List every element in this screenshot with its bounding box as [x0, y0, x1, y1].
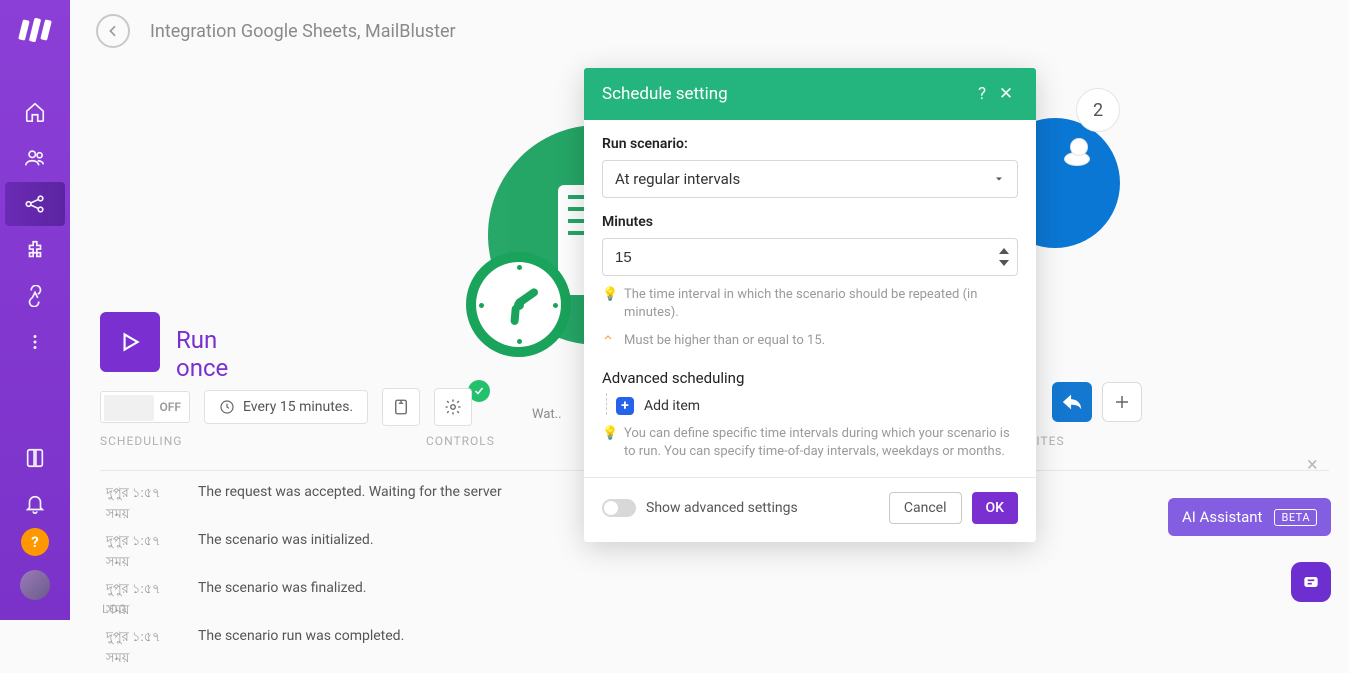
- beta-badge: BETA: [1274, 509, 1317, 526]
- minutes-input[interactable]: [615, 249, 997, 266]
- help-button[interactable]: ?: [21, 528, 49, 556]
- log-time: দুপুর ১:৫৭ সময়: [106, 484, 186, 526]
- log-message: The scenario was finalized.: [198, 580, 367, 622]
- run-once-label: Run once: [176, 326, 228, 382]
- user-avatar[interactable]: [20, 570, 50, 600]
- advanced-hint: You can define specific time intervals d…: [624, 425, 1018, 461]
- settings-button[interactable]: [434, 388, 472, 426]
- plus-icon: +: [616, 397, 634, 415]
- show-advanced-toggle[interactable]: [602, 499, 636, 517]
- ai-assistant-label: AI Assistant: [1182, 508, 1263, 526]
- log-section-label: LOG: [102, 602, 128, 616]
- show-advanced-label: Show advanced settings: [646, 500, 879, 516]
- log-row: দুপুর ১:৫৭ সময়The scenario was finalize…: [100, 577, 1329, 625]
- modal-header: Schedule setting ? ✕: [584, 68, 1036, 120]
- log-close-button[interactable]: ×: [1307, 454, 1327, 474]
- advanced-scheduling-title: Advanced scheduling: [602, 369, 1018, 387]
- sidebar-scenarios[interactable]: [5, 182, 65, 226]
- sidebar-apps[interactable]: [5, 228, 65, 272]
- history-button[interactable]: [382, 388, 420, 426]
- bulb-icon: 💡: [602, 286, 616, 322]
- add-module-button[interactable]: [1102, 382, 1142, 422]
- warn-icon: [602, 332, 616, 350]
- sidebar-users[interactable]: [5, 136, 65, 180]
- run-scenario-select[interactable]: At regular intervals: [602, 160, 1018, 198]
- clock-icon: [219, 399, 235, 415]
- sidebar: ?: [0, 0, 70, 620]
- schedule-trigger-icon[interactable]: [466, 252, 571, 357]
- log-row: দুপুর ১:৫৭ সময় The scenario run was comp…: [100, 625, 1329, 673]
- sidebar-docs[interactable]: [5, 436, 65, 480]
- chevron-down-icon: [993, 173, 1005, 185]
- min-value-hint: Must be higher than or equal to 15.: [624, 332, 825, 350]
- stepper-down-icon[interactable]: [997, 258, 1011, 268]
- modal-help-icon[interactable]: ?: [970, 84, 994, 104]
- log-message: The request was accepted. Waiting for th…: [198, 484, 502, 526]
- controls-section-label: CONTROLS: [426, 434, 495, 448]
- bulb-icon: 💡: [602, 425, 616, 461]
- help-fab[interactable]: [1291, 562, 1331, 602]
- log-message: The scenario run was completed.: [198, 628, 404, 670]
- module-mailbluster-badge[interactable]: 2: [1076, 88, 1120, 132]
- ai-assistant-button[interactable]: AI Assistant BETA: [1168, 498, 1331, 536]
- sidebar-webhooks[interactable]: [5, 274, 65, 318]
- minutes-stepper[interactable]: [997, 247, 1011, 268]
- schedule-setting-modal: Schedule setting ? ✕ Run scenario: At re…: [584, 68, 1036, 542]
- thought-bubble: [1070, 138, 1088, 156]
- log-time: দুপুর ১:৫৭ সময়: [106, 628, 186, 670]
- sidebar-notifications[interactable]: [5, 482, 65, 526]
- scheduling-toggle[interactable]: OFF: [100, 391, 190, 423]
- tree-line: [606, 393, 607, 415]
- stepper-up-icon[interactable]: [997, 247, 1011, 257]
- schedule-label: Every 15 minutes.: [243, 399, 353, 415]
- add-item-button[interactable]: + Add item: [616, 397, 1018, 415]
- add-item-label: Add item: [644, 398, 700, 414]
- main-area: Integration Google Sheets, MailBluster W…: [70, 0, 1349, 620]
- run-once-button[interactable]: [100, 312, 160, 372]
- sidebar-home[interactable]: [5, 90, 65, 134]
- cancel-button[interactable]: Cancel: [889, 492, 962, 524]
- minutes-label: Minutes: [602, 214, 1018, 230]
- switch-off-label: OFF: [160, 400, 181, 414]
- favorite-app-chip[interactable]: [1052, 382, 1092, 422]
- ok-button[interactable]: OK: [972, 492, 1019, 524]
- module-sublabel: Wat..: [532, 407, 562, 422]
- log-time: দুপুর ১:৫৭ সময়: [106, 532, 186, 574]
- modal-title: Schedule setting: [602, 84, 728, 104]
- schedule-chip[interactable]: Every 15 minutes.: [204, 390, 368, 424]
- sidebar-more[interactable]: [5, 320, 65, 364]
- run-scenario-value: At regular intervals: [615, 170, 740, 188]
- scheduling-section-label: SCHEDULING: [100, 434, 182, 448]
- interval-hint: The time interval in which the scenario …: [624, 286, 1018, 322]
- modal-close-icon[interactable]: ✕: [994, 84, 1018, 104]
- log-message: The scenario was initialized.: [198, 532, 374, 574]
- run-scenario-label: Run scenario:: [602, 136, 1018, 152]
- make-logo[interactable]: [15, 10, 55, 50]
